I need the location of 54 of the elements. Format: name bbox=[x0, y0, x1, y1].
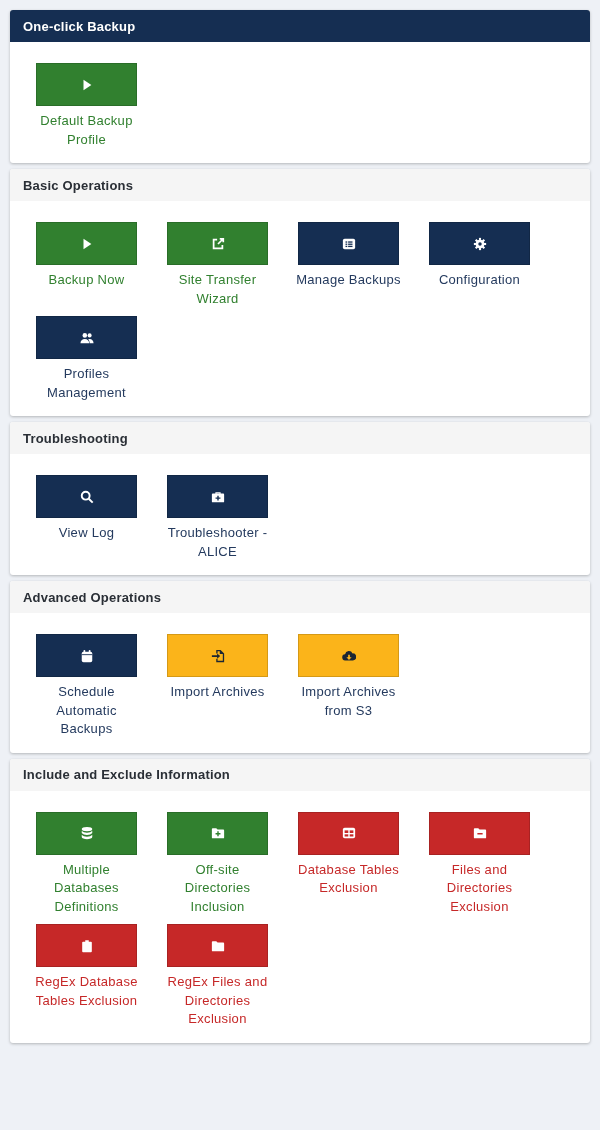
tile-link[interactable]: Import Archives bbox=[165, 683, 270, 702]
tile-button[interactable] bbox=[298, 222, 399, 265]
database-icon bbox=[79, 826, 94, 840]
cloud-download-icon bbox=[341, 648, 356, 663]
clipboard-icon bbox=[79, 938, 94, 953]
tile-link[interactable]: Database Tables Exclusion bbox=[296, 860, 401, 898]
users-icon bbox=[79, 330, 94, 345]
section-title: Basic Operations bbox=[23, 177, 134, 193]
tile-link[interactable]: Off-site Directories Inclusion bbox=[165, 860, 270, 916]
folder-minus-icon bbox=[472, 826, 487, 840]
calendar-icon bbox=[79, 648, 94, 663]
section-title: Include and Exclude Information bbox=[23, 767, 230, 782]
folder-plus-icon bbox=[210, 826, 225, 840]
tile-button[interactable] bbox=[429, 222, 530, 265]
tile-button[interactable] bbox=[36, 475, 137, 518]
tile-button[interactable] bbox=[167, 924, 268, 967]
tile-link[interactable]: Default Backup Profile bbox=[34, 112, 139, 149]
section-title: One-click Backup bbox=[23, 18, 136, 34]
section-title: Troubleshooting bbox=[23, 430, 128, 446]
tile-button[interactable] bbox=[298, 634, 399, 677]
file-import-icon bbox=[210, 648, 225, 663]
tile-button[interactable] bbox=[298, 811, 399, 855]
tile-link[interactable]: Schedule Automatic Backups bbox=[34, 683, 139, 739]
tile-button[interactable] bbox=[36, 316, 137, 359]
table-icon bbox=[341, 826, 356, 840]
list-icon bbox=[341, 236, 356, 251]
tile-button[interactable] bbox=[167, 811, 268, 855]
search-icon bbox=[79, 489, 94, 504]
section-title: Advanced Operations bbox=[23, 589, 162, 605]
tile-link[interactable]: RegEx Files and Directories Exclusion bbox=[165, 973, 270, 1029]
tile-button[interactable] bbox=[36, 222, 137, 265]
tile-button[interactable] bbox=[36, 811, 137, 855]
tile-link[interactable]: Multiple Databases Definitions bbox=[34, 860, 139, 916]
tile-link[interactable]: Import Archives from S3 bbox=[296, 683, 401, 720]
tile-button[interactable] bbox=[36, 63, 137, 106]
tile-link[interactable]: Configuration bbox=[427, 271, 532, 290]
tile-link[interactable]: Files and Directories Exclusion bbox=[427, 860, 532, 916]
gear-icon bbox=[472, 236, 487, 251]
tile-link[interactable]: RegEx Database Tables Exclusion bbox=[34, 973, 139, 1010]
tile-button[interactable] bbox=[167, 475, 268, 518]
tile-button[interactable] bbox=[36, 634, 137, 677]
tile-button[interactable] bbox=[36, 924, 137, 967]
tile-link[interactable]: Profiles Management bbox=[34, 365, 139, 402]
tile-button[interactable] bbox=[429, 811, 530, 855]
tile-link[interactable]: View Log bbox=[34, 524, 139, 543]
external-link-icon bbox=[210, 236, 225, 251]
tile-link[interactable]: Manage Backups bbox=[296, 271, 401, 290]
tile-link[interactable]: Troubleshooter - ALICE bbox=[165, 524, 270, 561]
folder-icon bbox=[210, 938, 225, 953]
first-aid-kit-icon bbox=[210, 489, 225, 504]
tile-link[interactable]: Backup Now bbox=[34, 271, 139, 290]
tile-link[interactable]: Site Transfer Wizard bbox=[165, 271, 270, 308]
tile-button[interactable] bbox=[167, 634, 268, 677]
tile-button[interactable] bbox=[167, 222, 268, 265]
